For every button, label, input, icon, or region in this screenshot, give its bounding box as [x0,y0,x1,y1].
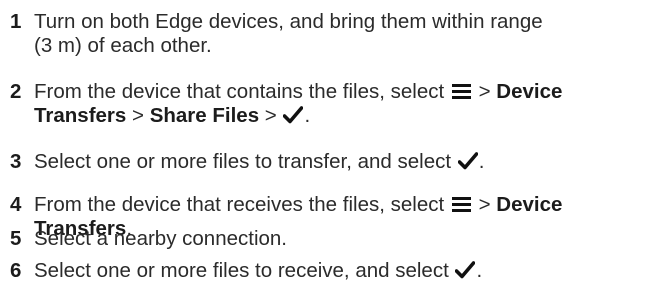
step-number: 2 [10,80,22,103]
menu-icon [451,196,471,213]
step-text-plain: From the device that contains the files,… [34,80,445,103]
menu-path-item: Device [496,193,563,216]
menu-icon [451,83,471,100]
step-text-plain: . [304,104,311,127]
step-text-line: From the device that contains the files,… [34,80,658,104]
separator: > [132,104,144,127]
checkmark-icon [455,261,476,279]
separator: > [478,193,491,216]
step-text-plain: . [476,259,483,282]
step-number: 6 [10,259,22,282]
step-text-plain: . [478,150,485,173]
step-text: Select one or more files to transfer, an… [34,150,658,174]
checkmark-icon [457,152,478,170]
step-text-line: Turn on both Edge devices, and bring the… [34,10,543,33]
step-text-plain: From the device that receives the files,… [34,193,445,216]
checkmark-icon [283,106,304,124]
step-text: Select a nearby connection. [34,227,287,250]
step-text-line: Transfers > Share Files > . [34,104,658,128]
step-number: 4 [10,193,22,216]
separator: > [478,80,491,103]
separator: > [264,104,277,127]
step-text: Turn on both Edge devices, and bring the… [34,10,658,58]
step-text: Select one or more files to receive, and… [34,259,658,283]
step-text-line: From the device that receives the files,… [34,193,658,217]
step-text: From the device that contains the files,… [34,80,658,128]
step-text-line: (3 m) of each other. [34,34,212,57]
step-text-plain: Select one or more files to transfer, an… [34,150,452,173]
step-number: 3 [10,150,22,173]
menu-path-item: Device [496,80,563,103]
step-text-plain: Select one or more files to receive, and… [34,259,449,282]
menu-path-item: Transfers [34,104,127,127]
step-number: 1 [10,10,22,33]
step-number: 5 [10,227,22,250]
menu-path-item: Share Files [149,104,260,127]
